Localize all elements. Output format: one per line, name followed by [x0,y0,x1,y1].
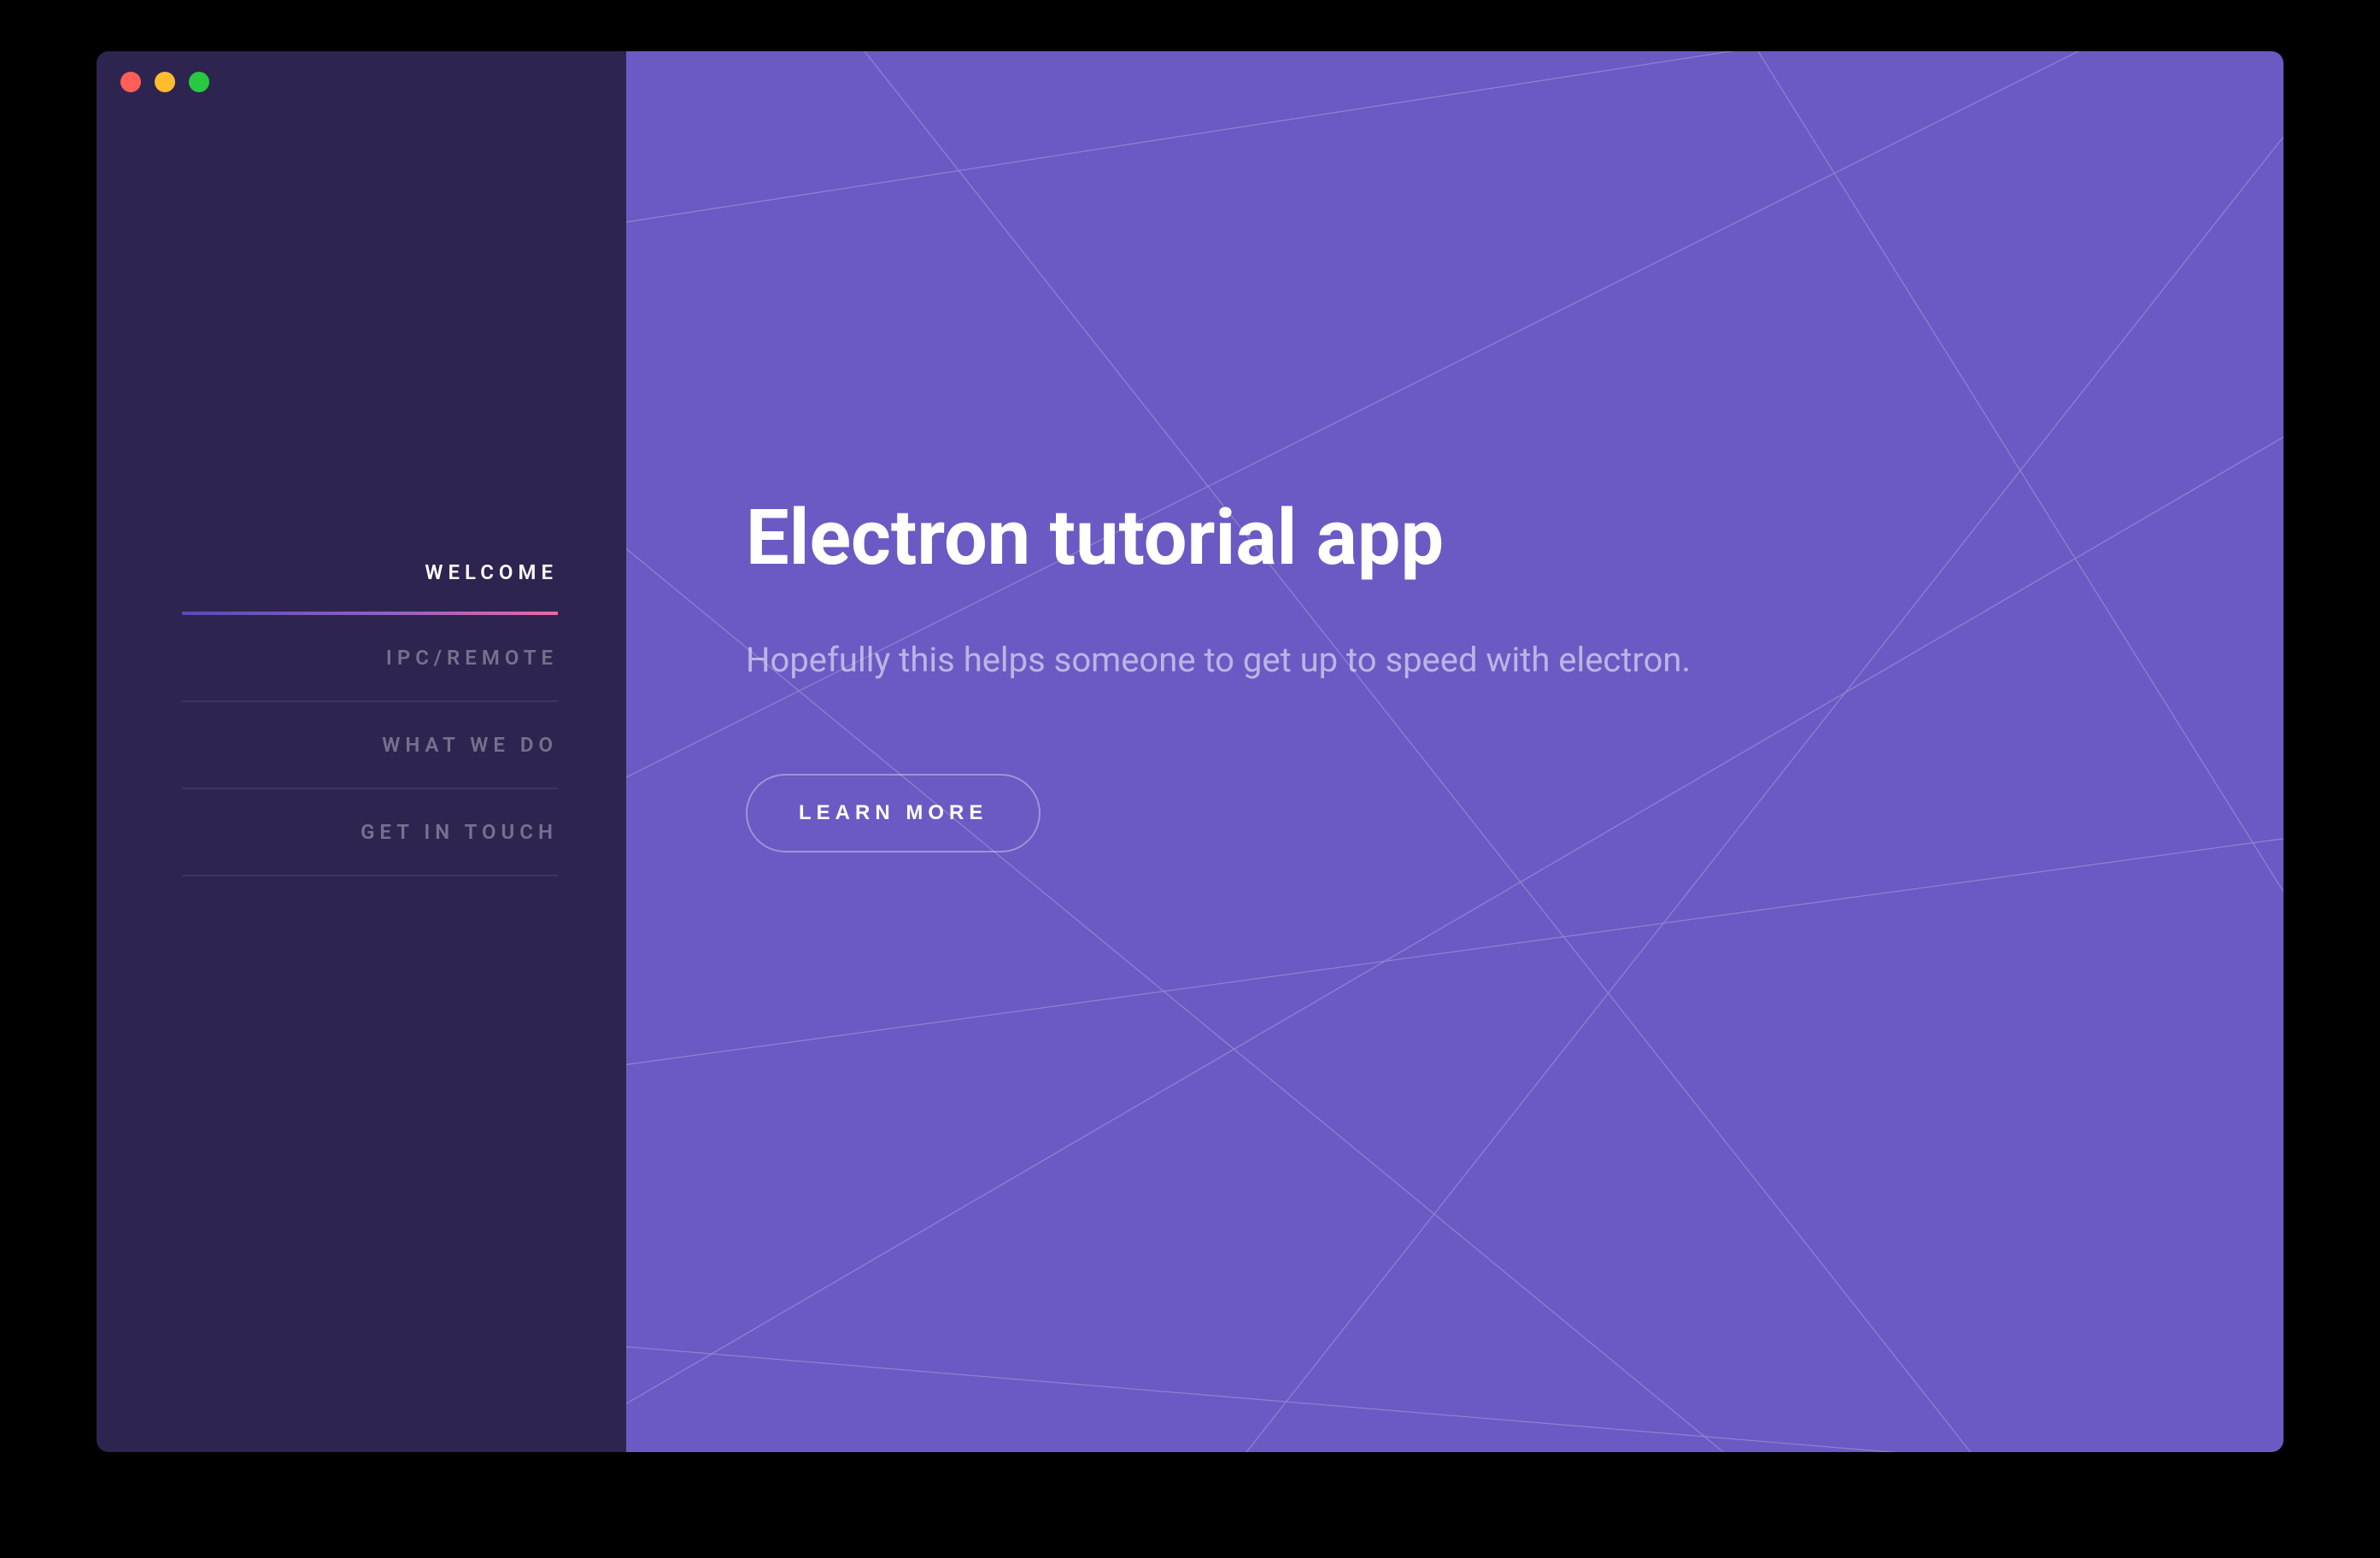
learn-more-button[interactable]: LEARN MORE [746,774,1041,852]
sidebar-nav: WELCOME IPC/REMOTE WHAT WE DO GET IN TOU… [97,530,626,876]
sidebar-item-what-we-do[interactable]: WHAT WE DO [182,702,558,789]
maximize-icon[interactable] [189,72,209,92]
sidebar-item-label: WHAT WE DO [382,733,558,757]
close-icon[interactable] [120,72,141,92]
page-subtitle: Hopefully this helps someone to get up t… [746,640,2147,680]
sidebar-item-label: WELCOME [425,560,558,584]
sidebar: WELCOME IPC/REMOTE WHAT WE DO GET IN TOU… [97,51,626,1452]
sidebar-item-ipc-remote[interactable]: IPC/REMOTE [182,615,558,702]
sidebar-item-label: GET IN TOUCH [361,820,558,844]
hero-section: Electron tutorial app Hopefully this hel… [626,51,2283,852]
sidebar-item-get-in-touch[interactable]: GET IN TOUCH [182,789,558,876]
window-controls [120,72,209,92]
app-window: WELCOME IPC/REMOTE WHAT WE DO GET IN TOU… [97,51,2283,1452]
minimize-icon[interactable] [155,72,175,92]
content-area: Electron tutorial app Hopefully this hel… [626,51,2283,1452]
page-title: Electron tutorial app [746,495,2147,580]
sidebar-item-welcome[interactable]: WELCOME [182,530,558,615]
sidebar-item-label: IPC/REMOTE [386,646,558,670]
